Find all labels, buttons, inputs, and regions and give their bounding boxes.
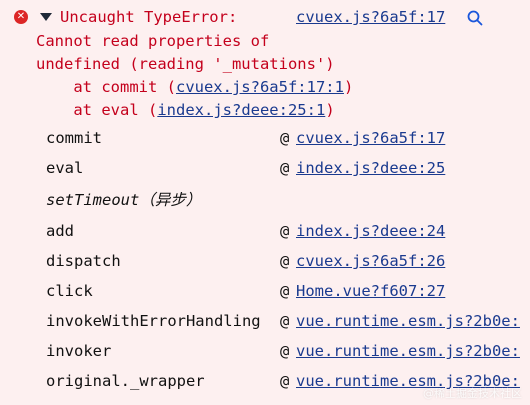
console-error-panel: ✕ Uncaught TypeError: cvuex.js?6a5f:17 C… [0, 0, 530, 405]
frame-location-link[interactable]: vue.runtime.esm.js?2b0e: [296, 310, 520, 332]
error-circle-icon: ✕ [14, 10, 28, 24]
error-title: Uncaught TypeError: [60, 8, 238, 26]
stack-frame: invoker @ vue.runtime.esm.js?2b0e: [0, 337, 530, 367]
frame-function: add [46, 222, 74, 240]
frame-location-link[interactable]: cvuex.js?6a5f:26 [296, 250, 445, 272]
search-icon[interactable] [466, 9, 484, 27]
trace-link-eval[interactable]: index.js?deee:25:1 [157, 101, 325, 119]
trace-prefix: at eval ( [36, 101, 158, 119]
frame-location-link[interactable]: index.js?deee:25 [296, 157, 445, 179]
frame-at: @ [280, 252, 290, 270]
frame-function: eval [46, 159, 84, 177]
stack-frame: click @ Home.vue?f607:27 [0, 277, 530, 307]
watermark: @稀土掘金技术社区 [423, 387, 522, 400]
stack-frame: commit @ cvuex.js?6a5f:17 [0, 124, 530, 154]
stack-frame: eval @ index.js?deee:25 [0, 154, 530, 184]
frame-location-link[interactable]: cvuex.js?6a5f:17 [296, 127, 445, 149]
frame-at: @ [280, 222, 290, 240]
frame-at: @ [280, 282, 290, 300]
frame-function: invokeWithErrorHandling [46, 312, 261, 330]
async-boundary: setTimeout（异步） [0, 186, 530, 216]
frame-at: @ [280, 129, 290, 147]
error-message-line: undefined (reading '_mutations') [36, 55, 335, 73]
error-trace-line-commit: at commit (cvuex.js?6a5f:17:1) [36, 76, 353, 98]
frame-function: click [46, 282, 93, 300]
expand-toggle-icon[interactable] [40, 13, 52, 21]
frame-function: original._wrapper [46, 372, 205, 390]
frame-location-link[interactable]: index.js?deee:24 [296, 220, 445, 242]
stack-frame: invokeWithErrorHandling @ vue.runtime.es… [0, 307, 530, 337]
trace-link-commit[interactable]: cvuex.js?6a5f:17:1 [176, 78, 344, 96]
stack-frame: dispatch @ cvuex.js?6a5f:26 [0, 247, 530, 277]
trace-suffix: ) [325, 101, 335, 119]
frame-at: @ [280, 312, 290, 330]
frame-location-link[interactable]: vue.runtime.esm.js?2b0e: [296, 340, 520, 362]
error-trace-line-eval: at eval (index.js?deee:25:1) [36, 99, 335, 121]
async-boundary-label: setTimeout（异步） [46, 191, 202, 209]
trace-suffix: ) [343, 78, 354, 96]
frame-location-link[interactable]: Home.vue?f607:27 [296, 280, 445, 302]
frame-function: dispatch [46, 252, 121, 270]
frame-function: commit [46, 129, 102, 147]
frame-at: @ [280, 342, 290, 360]
frame-at: @ [280, 159, 290, 177]
frame-function: invoker [46, 342, 112, 360]
stack-frame: add @ index.js?deee:24 [0, 217, 530, 247]
error-source-link[interactable]: cvuex.js?6a5f:17 [296, 6, 445, 28]
trace-prefix: at commit ( [36, 78, 176, 96]
frame-at: @ [280, 372, 290, 390]
error-message-line: Cannot read properties of [36, 32, 270, 50]
